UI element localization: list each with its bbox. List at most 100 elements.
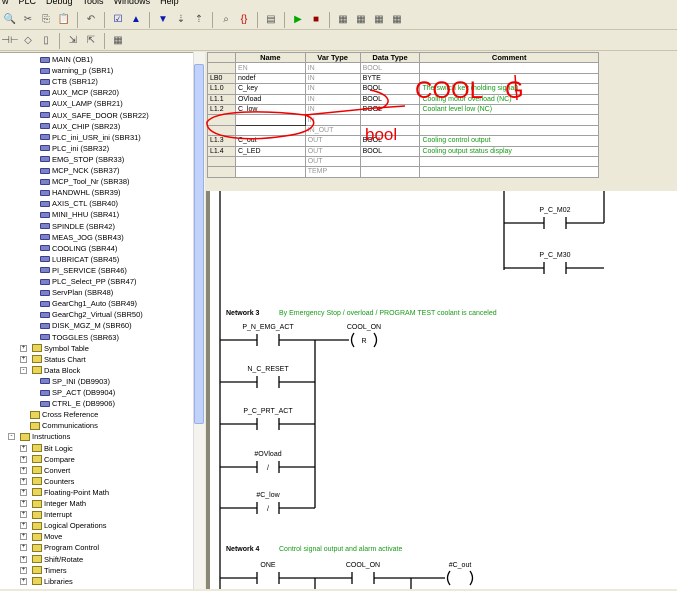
table-row[interactable]: TEMP bbox=[207, 166, 599, 178]
contact-net2[interactable] bbox=[543, 217, 567, 229]
var-type-cell[interactable]: TEMP bbox=[304, 166, 361, 178]
tree-item-pou[interactable]: AUX_LAMP (SBR21) bbox=[40, 98, 123, 109]
tree-item-communications[interactable]: Communications bbox=[30, 420, 98, 431]
tree-item-pou[interactable]: CTB (SBR12) bbox=[40, 76, 98, 87]
sort-descending-button[interactable]: ⇡ bbox=[191, 12, 207, 28]
tree-item-pou[interactable]: COOLING (SBR44) bbox=[40, 243, 117, 254]
tree-item-pou[interactable]: MAIN (OB1) bbox=[40, 54, 93, 65]
coil-c-out[interactable] bbox=[446, 570, 474, 586]
contact-net4[interactable] bbox=[256, 572, 280, 584]
menu-4[interactable]: Windows bbox=[114, 0, 151, 8]
copy-button[interactable]: ⎘ bbox=[38, 12, 54, 28]
tree-item-pou[interactable]: PLC_ini_USR_ini (SBR31) bbox=[40, 132, 141, 143]
tree-item-pou[interactable]: TOGGLES (SBR63) bbox=[40, 332, 119, 343]
tree-item-instr-counters[interactable]: + Counters bbox=[20, 476, 74, 487]
tree-item-instr-convert[interactable]: + Convert bbox=[20, 465, 70, 476]
tree-item-pou[interactable]: PI_SERVICE (SBR46) bbox=[40, 265, 127, 276]
run-button[interactable]: ▶ bbox=[290, 12, 306, 28]
tree-item-pou[interactable]: AUX_SAFE_DOOR (SBR22) bbox=[40, 110, 149, 121]
tree-item-instructions[interactable]: - Instructions bbox=[8, 431, 70, 442]
contact-button[interactable]: ⊣⊢ bbox=[1, 33, 18, 49]
tree-item-data-block[interactable]: CTRL_E (DB9906) bbox=[40, 398, 115, 409]
tree-item-data-block[interactable]: SP_ACT (DB9904) bbox=[40, 387, 115, 398]
contact-net4[interactable] bbox=[351, 572, 375, 584]
tree-item-instr-interrupt[interactable]: + Interrupt bbox=[20, 509, 72, 520]
watch-button[interactable]: ▦ bbox=[389, 12, 405, 28]
collapse-icon[interactable]: - bbox=[20, 366, 27, 374]
tree-item-pou[interactable]: PLC_Select_PP (SBR47) bbox=[40, 276, 137, 287]
data-type-cell[interactable] bbox=[359, 166, 421, 178]
paste-button[interactable]: 📋 bbox=[56, 12, 72, 28]
expand-icon[interactable]: + bbox=[20, 577, 27, 585]
var-type-cell[interactable]: OUT bbox=[304, 155, 361, 168]
cut-button[interactable]: ✂ bbox=[20, 12, 36, 28]
contact-net3[interactable]: / bbox=[256, 502, 280, 514]
address-cell[interactable] bbox=[207, 166, 236, 178]
tree-item-data-block[interactable]: - Data Block bbox=[20, 365, 80, 376]
expand-icon[interactable]: + bbox=[20, 533, 27, 541]
tree-item-symbol-table[interactable]: + Symbol Table bbox=[20, 343, 89, 354]
expand-icon[interactable]: + bbox=[20, 566, 27, 574]
menu-0[interactable]: w bbox=[2, 0, 9, 8]
expand-icon[interactable]: + bbox=[20, 355, 27, 363]
delete-network-button[interactable]: ⇱ bbox=[83, 33, 99, 49]
tree-item-pou[interactable]: GearChg2_Virtual (SBR50) bbox=[40, 309, 143, 320]
tree-item-data-block[interactable]: SP_INI (DB9903) bbox=[40, 376, 110, 387]
tree-item-pou[interactable]: AUX_MCP (SBR20) bbox=[40, 87, 119, 98]
tree-item-pou[interactable]: MCP_NCK (SBR37) bbox=[40, 165, 120, 176]
tree-item-instr-floating-point-math[interactable]: + Floating-Point Math bbox=[20, 487, 109, 498]
tree-item-instr-move[interactable]: + Move bbox=[20, 531, 62, 542]
expand-icon[interactable]: + bbox=[20, 511, 27, 519]
tree-item-status-chart[interactable]: + Status Chart bbox=[20, 354, 86, 365]
sort-ascending-button[interactable]: ⇣ bbox=[173, 12, 189, 28]
print-preview-button[interactable]: 🔍 bbox=[2, 12, 18, 28]
tree-item-pou[interactable]: MEAS_JOG (SBR43) bbox=[40, 232, 124, 243]
name-cell[interactable] bbox=[234, 155, 306, 168]
expand-icon[interactable]: + bbox=[20, 555, 27, 563]
menu-3[interactable]: Tools bbox=[83, 0, 104, 8]
expand-icon[interactable]: + bbox=[20, 477, 27, 485]
expand-icon[interactable]: + bbox=[20, 466, 27, 474]
tree-item-pou[interactable]: LUBRICAT (SBR45) bbox=[40, 254, 119, 265]
tree-item-pou[interactable]: EMG_STOP (SBR33) bbox=[40, 154, 124, 165]
status-chart-button[interactable]: ▦ bbox=[353, 12, 369, 28]
tree-item-instr-program-control[interactable]: + Program Control bbox=[20, 542, 99, 553]
trend-button[interactable]: ▦ bbox=[371, 12, 387, 28]
expand-icon[interactable]: + bbox=[20, 455, 27, 463]
expand-icon[interactable]: + bbox=[20, 444, 27, 452]
name-cell[interactable] bbox=[234, 166, 306, 178]
tree-item-instr-integer-math[interactable]: + Integer Math bbox=[20, 498, 86, 509]
contact-net3[interactable]: / bbox=[256, 461, 280, 473]
contact-net3[interactable] bbox=[256, 376, 280, 388]
tree-item-pou[interactable]: SPINDLE (SBR42) bbox=[40, 221, 115, 232]
tree-item-instr-libraries[interactable]: + Libraries bbox=[20, 576, 73, 587]
expand-icon[interactable]: + bbox=[20, 522, 27, 530]
tree-item-instr-compare[interactable]: + Compare bbox=[20, 454, 75, 465]
tree-item-pou[interactable]: HANDWHL (SBR39) bbox=[40, 187, 120, 198]
address-cell[interactable] bbox=[207, 155, 236, 168]
tree-item-pou[interactable]: DISK_MGZ_M (SBR60) bbox=[40, 320, 132, 331]
expand-icon[interactable]: + bbox=[20, 344, 27, 352]
tree-item-pou[interactable]: warning_p (SBR1) bbox=[40, 65, 113, 76]
comment-cell[interactable] bbox=[419, 166, 599, 178]
window-button[interactable]: ▤ bbox=[263, 12, 279, 28]
tree-item-pou[interactable]: ServPlan (SBR48) bbox=[40, 287, 113, 298]
find-button[interactable]: ⌕ bbox=[218, 12, 234, 28]
tree-item-pou[interactable]: PLC_ini (SBR32) bbox=[40, 143, 109, 154]
tree-item-pou[interactable]: MCP_Tool_Nr (SBR38) bbox=[40, 176, 130, 187]
expand-icon[interactable]: + bbox=[20, 500, 27, 507]
tree-item-instr-bit-logic[interactable]: + Bit Logic bbox=[20, 443, 73, 454]
tree-scrollbar-thumb[interactable] bbox=[194, 64, 204, 424]
menu-1[interactable]: PLC bbox=[19, 0, 37, 8]
download-button[interactable]: ▼ bbox=[155, 12, 171, 28]
tree-item-cross-reference[interactable]: Cross Reference bbox=[30, 409, 98, 420]
comment-cell[interactable] bbox=[419, 155, 599, 168]
upload-button[interactable]: ▲ bbox=[128, 12, 144, 28]
table-button[interactable]: ▦ bbox=[110, 33, 126, 49]
menu-5[interactable]: Help bbox=[160, 0, 179, 8]
tree-item-pou[interactable]: GearChg1_Auto (SBR49) bbox=[40, 298, 137, 309]
tree-item-pou[interactable]: AUX_CHIP (SBR23) bbox=[40, 121, 120, 132]
data-type-cell[interactable] bbox=[359, 155, 421, 168]
tree-item-pou[interactable]: MINI_HHU (SBR41) bbox=[40, 209, 119, 220]
box-button[interactable]: ▯ bbox=[38, 33, 54, 49]
